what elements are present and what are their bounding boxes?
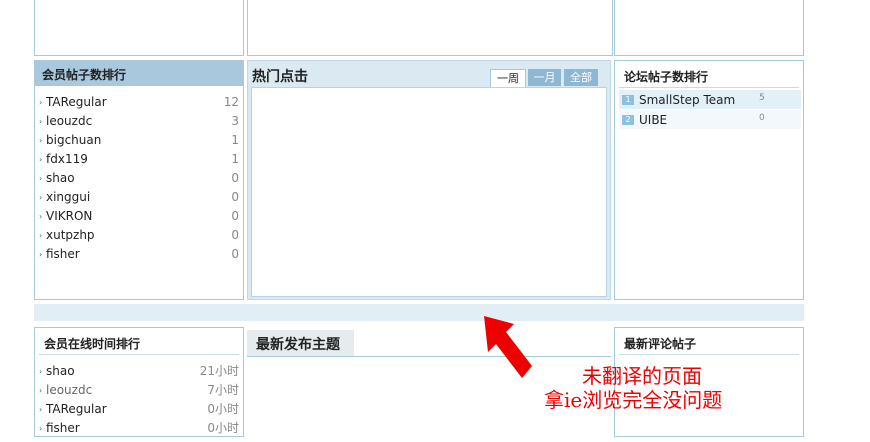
hot-clicks-content (251, 87, 607, 297)
top-left-panel (34, 0, 244, 56)
online-time: 0小时 (207, 421, 239, 435)
online-time: 21小时 (199, 364, 239, 378)
member-name[interactable]: bigchuan (46, 131, 101, 150)
member-name[interactable]: fisher (46, 419, 80, 438)
member-name[interactable]: fdx119 (46, 150, 88, 169)
arrow-right-icon: › (39, 386, 43, 395)
forum-posts-panel: 论坛帖子数排行 1 SmallStep Team 5 2 UIBE 0 (614, 60, 804, 300)
list-item[interactable]: › fdx119 1 (39, 150, 239, 169)
latest-topics-divider (247, 356, 611, 357)
online-time-divider (39, 354, 239, 355)
hot-clicks-title: 热门点击 (252, 69, 308, 85)
rank-badge: 1 (622, 95, 634, 105)
arrow-right-icon: › (39, 155, 43, 164)
member-name[interactable]: xinggui (46, 188, 90, 207)
member-posts-panel: 会员帖子数排行 › TARegular 12 › leouzdc 3 › bigchuan… (34, 60, 244, 300)
member-name[interactable]: leouzdc (46, 381, 92, 400)
online-time: 7小时 (207, 383, 239, 397)
member-name[interactable]: TARegular (46, 93, 107, 112)
forum-name[interactable]: SmallStep Team (639, 93, 735, 107)
forum-posts-title: 论坛帖子数排行 (624, 70, 709, 84)
tab-all[interactable]: 全部 (564, 69, 598, 86)
member-name[interactable]: shao (46, 169, 75, 188)
list-item[interactable]: › leouzdc 3 (39, 112, 239, 131)
online-time: 0小时 (207, 402, 239, 416)
list-item[interactable]: › xutpzhp 0 (39, 226, 239, 245)
member-posts-list: › TARegular 12 › leouzdc 3 › bigchuan 1 › fdx11… (35, 93, 243, 293)
arrow-right-icon: › (39, 367, 43, 376)
tab-month[interactable]: 一月 (528, 69, 561, 86)
member-posts-title: 会员帖子数排行 (42, 68, 127, 82)
arrow-right-icon: › (39, 174, 43, 183)
forum-name[interactable]: UIBE (639, 113, 667, 127)
member-name[interactable]: VIKRON (46, 207, 92, 226)
list-item[interactable]: › VIKRON 0 (39, 207, 239, 226)
arrow-right-icon: › (39, 136, 43, 145)
annotation-line-1: 未翻译的页面 (582, 364, 702, 388)
forum-count: 0 (759, 113, 765, 123)
table-row[interactable]: 2 UIBE 0 (619, 110, 801, 129)
hot-clicks-tabs: 一周 一月 全部 (490, 69, 600, 87)
tab-week[interactable]: 一周 (490, 69, 526, 87)
latest-topics-header: 最新发布主题 (247, 330, 354, 356)
forum-count: 5 (759, 93, 765, 103)
latest-topics-title: 最新发布主题 (256, 337, 340, 353)
member-count: 0 (231, 228, 239, 242)
list-item[interactable]: › TARegular 12 (39, 93, 239, 112)
online-time-panel: 会员在线时间排行 › shao 21小时 › leouzdc 7小时 › TARegula… (34, 327, 244, 437)
list-item[interactable]: › TARegular 0小时 (39, 400, 239, 419)
member-count: 0 (231, 171, 239, 185)
member-name[interactable]: TARegular (46, 400, 107, 419)
member-name[interactable]: xutpzhp (46, 226, 95, 245)
arrow-right-icon: › (39, 231, 43, 240)
member-count: 0 (231, 247, 239, 261)
top-right-panel (614, 0, 804, 56)
list-item[interactable]: › fisher 0小时 (39, 419, 239, 438)
member-posts-header: 会员帖子数排行 (35, 61, 243, 86)
top-middle-panel (247, 0, 613, 56)
rank-badge: 2 (622, 115, 634, 125)
forum-posts-divider (619, 87, 799, 88)
arrow-right-icon: › (39, 405, 43, 414)
arrow-right-icon: › (39, 250, 43, 259)
member-count: 0 (231, 209, 239, 223)
member-count: 0 (231, 190, 239, 204)
member-name[interactable]: shao (46, 362, 75, 381)
latest-comments-title: 最新评论帖子 (624, 337, 697, 351)
annotation-line-2: 拿ie浏览完全没问题 (544, 388, 723, 412)
separator-band (34, 304, 804, 321)
arrow-right-icon: › (39, 117, 43, 126)
annotation-text: 未翻译的页面 拿ie浏览完全没问题 (530, 364, 830, 424)
member-count: 1 (231, 133, 239, 147)
online-time-title: 会员在线时间排行 (44, 337, 141, 351)
list-item[interactable]: › leouzdc 7小时 (39, 381, 239, 400)
list-item[interactable]: › shao 21小时 (39, 362, 239, 381)
list-item[interactable]: › fisher 0 (39, 245, 239, 264)
online-time-list: › shao 21小时 › leouzdc 7小时 › TARegular 0小时 › fis… (35, 362, 243, 442)
member-name[interactable]: fisher (46, 245, 80, 264)
list-item[interactable]: › xinggui 0 (39, 188, 239, 207)
member-name[interactable]: leouzdc (46, 112, 92, 131)
member-count: 1 (231, 152, 239, 166)
list-item[interactable]: › shao 0 (39, 169, 239, 188)
list-item[interactable]: › bigchuan 1 (39, 131, 239, 150)
latest-comments-divider (619, 354, 799, 355)
member-count: 12 (223, 95, 239, 109)
arrow-right-icon: › (39, 212, 43, 221)
member-count: 3 (231, 114, 239, 128)
hot-clicks-outer: 热门点击 一周 一月 全部 (247, 60, 611, 300)
arrow-right-icon: › (39, 193, 43, 202)
arrow-right-icon: › (39, 98, 43, 107)
arrow-right-icon: › (39, 424, 43, 433)
table-row[interactable]: 1 SmallStep Team 5 (619, 90, 801, 109)
